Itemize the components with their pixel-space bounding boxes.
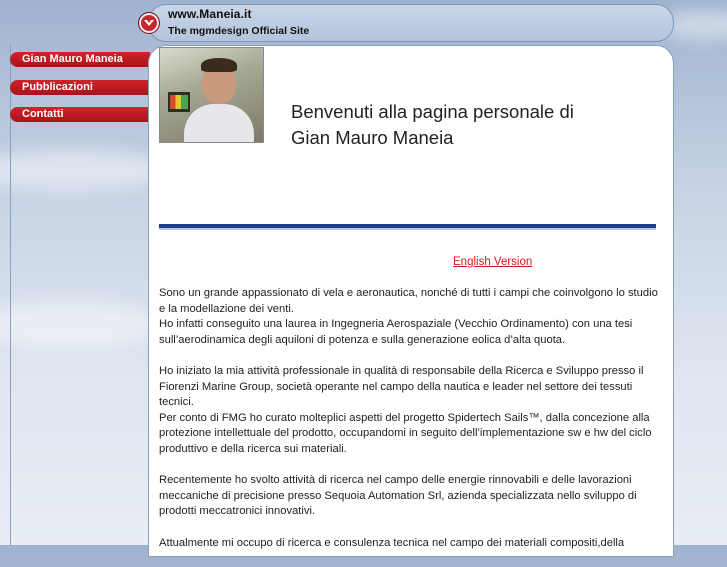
divider [159,224,656,230]
site-subtitle: The mgmdesign Official Site [168,25,310,37]
profile-photo [159,47,264,143]
bio-paragraph: Ho iniziato la mia attività professional… [159,364,652,455]
bio-paragraph: Recentemente ho svolto attività di ricer… [159,474,637,518]
bio-paragraph: Attualmente mi occupo di ricerca e consu… [159,536,625,549]
welcome-heading: Benvenuti alla pagina personale di Gian … [291,99,574,151]
nav-item-gian-mauro-maneia[interactable]: Gian Mauro Maneia [10,51,167,69]
bio-text: Sono un grande appassionato di vela e ae… [159,286,659,567]
welcome-line-2: Gian Mauro Maneia [291,127,454,148]
welcome-line-1: Benvenuti alla pagina personale di [291,101,574,122]
nav-item-label: Contatti [22,108,64,120]
site-logo-icon[interactable] [138,12,160,34]
nav-item-contatti[interactable]: Contatti [10,106,167,124]
nav-item-pubblicazioni[interactable]: Pubblicazioni [10,79,167,97]
site-title: www.Maneia.it [168,7,252,21]
nav-item-label: Gian Mauro Maneia [22,53,123,65]
nav-item-label: Pubblicazioni [22,81,93,93]
english-version-link[interactable]: English Version [453,256,532,268]
bio-paragraph: Sono un grande appassionato di vela e ae… [159,287,658,346]
